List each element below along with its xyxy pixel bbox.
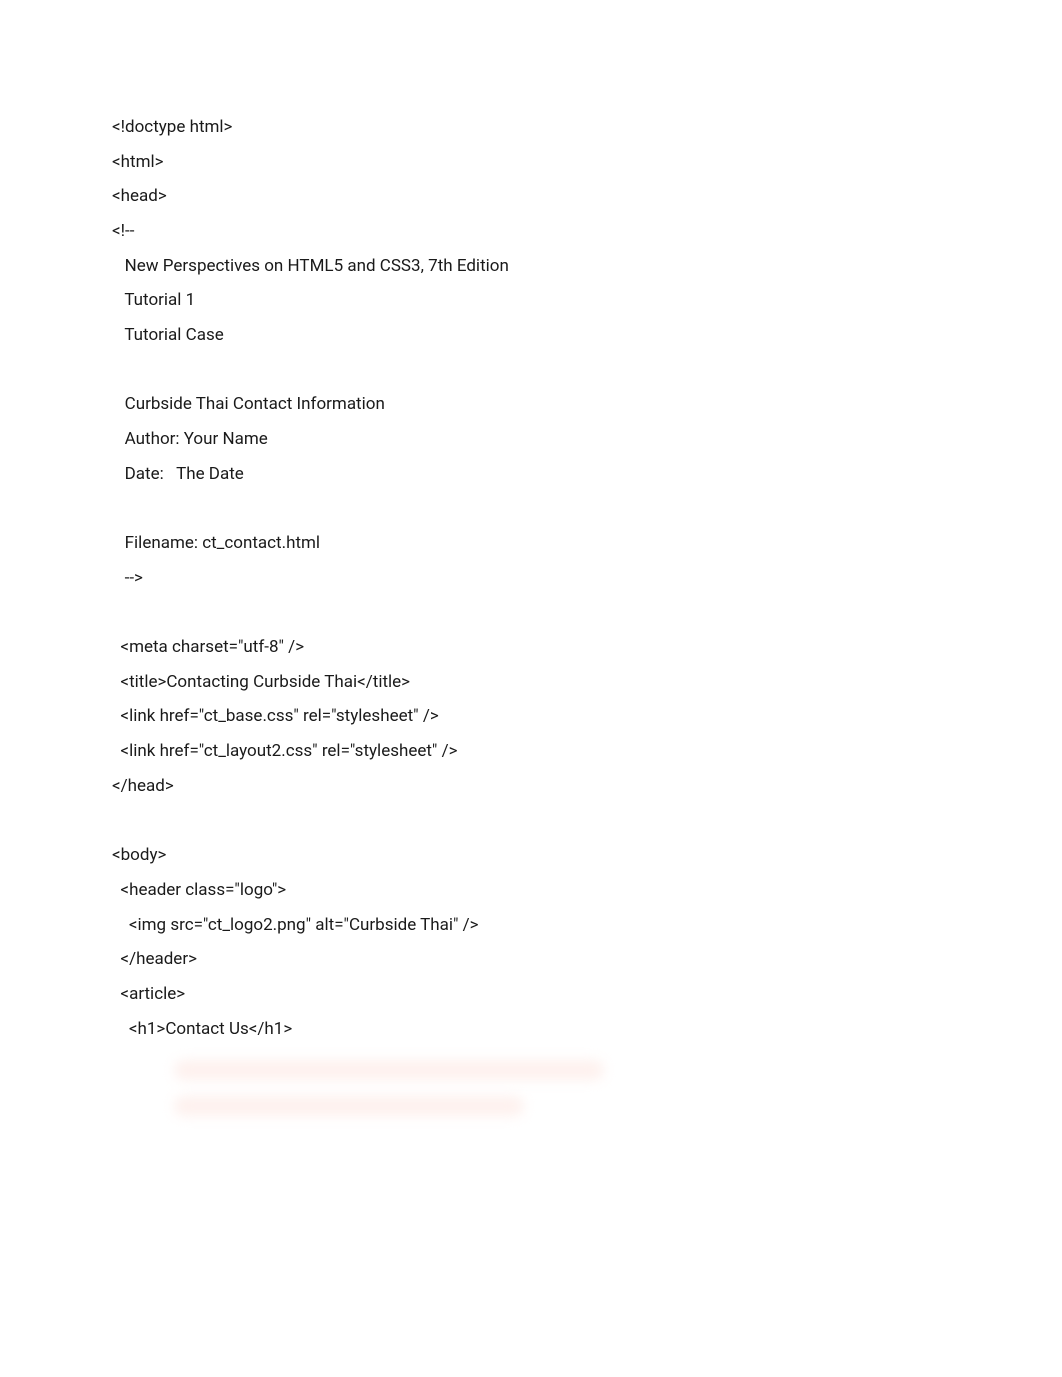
code-line: </head> [112, 769, 950, 804]
code-line: </header> [112, 942, 950, 977]
code-line: <!doctype html> [112, 110, 950, 145]
code-line: <head> [112, 179, 950, 214]
blurred-line [174, 1096, 524, 1116]
code-line: <article> [112, 977, 950, 1012]
code-line: Tutorial 1 [112, 283, 950, 318]
blank-line [112, 491, 950, 526]
blurred-preview-region [174, 1060, 950, 1116]
code-line: <link href="ct_layout2.css" rel="stylesh… [112, 734, 950, 769]
code-line: <meta charset="utf-8" /> [112, 630, 950, 665]
code-line: <html> [112, 145, 950, 180]
code-line: Curbside Thai Contact Information [112, 387, 950, 422]
code-line: <title>Contacting Curbside Thai</title> [112, 665, 950, 700]
code-line: Tutorial Case [112, 318, 950, 353]
blank-line [112, 595, 950, 630]
blank-line [112, 353, 950, 388]
code-line: New Perspectives on HTML5 and CSS3, 7th … [112, 249, 950, 284]
code-line: --> [112, 561, 950, 596]
code-line: <img src="ct_logo2.png" alt="Curbside Th… [112, 908, 950, 943]
code-line: Filename: ct_contact.html [112, 526, 950, 561]
blank-line [112, 803, 950, 838]
code-line: <!-- [112, 214, 950, 249]
blurred-line [174, 1060, 604, 1080]
code-block: <!doctype html><html><head><!-- New Pers… [112, 110, 950, 1046]
code-line: <header class="logo"> [112, 873, 950, 908]
code-line: <link href="ct_base.css" rel="stylesheet… [112, 699, 950, 734]
code-line: Date: The Date [112, 457, 950, 492]
code-line: <body> [112, 838, 950, 873]
code-line: Author: Your Name [112, 422, 950, 457]
code-line: <h1>Contact Us</h1> [112, 1012, 950, 1047]
document-page: <!doctype html><html><head><!-- New Pers… [0, 0, 1062, 1377]
